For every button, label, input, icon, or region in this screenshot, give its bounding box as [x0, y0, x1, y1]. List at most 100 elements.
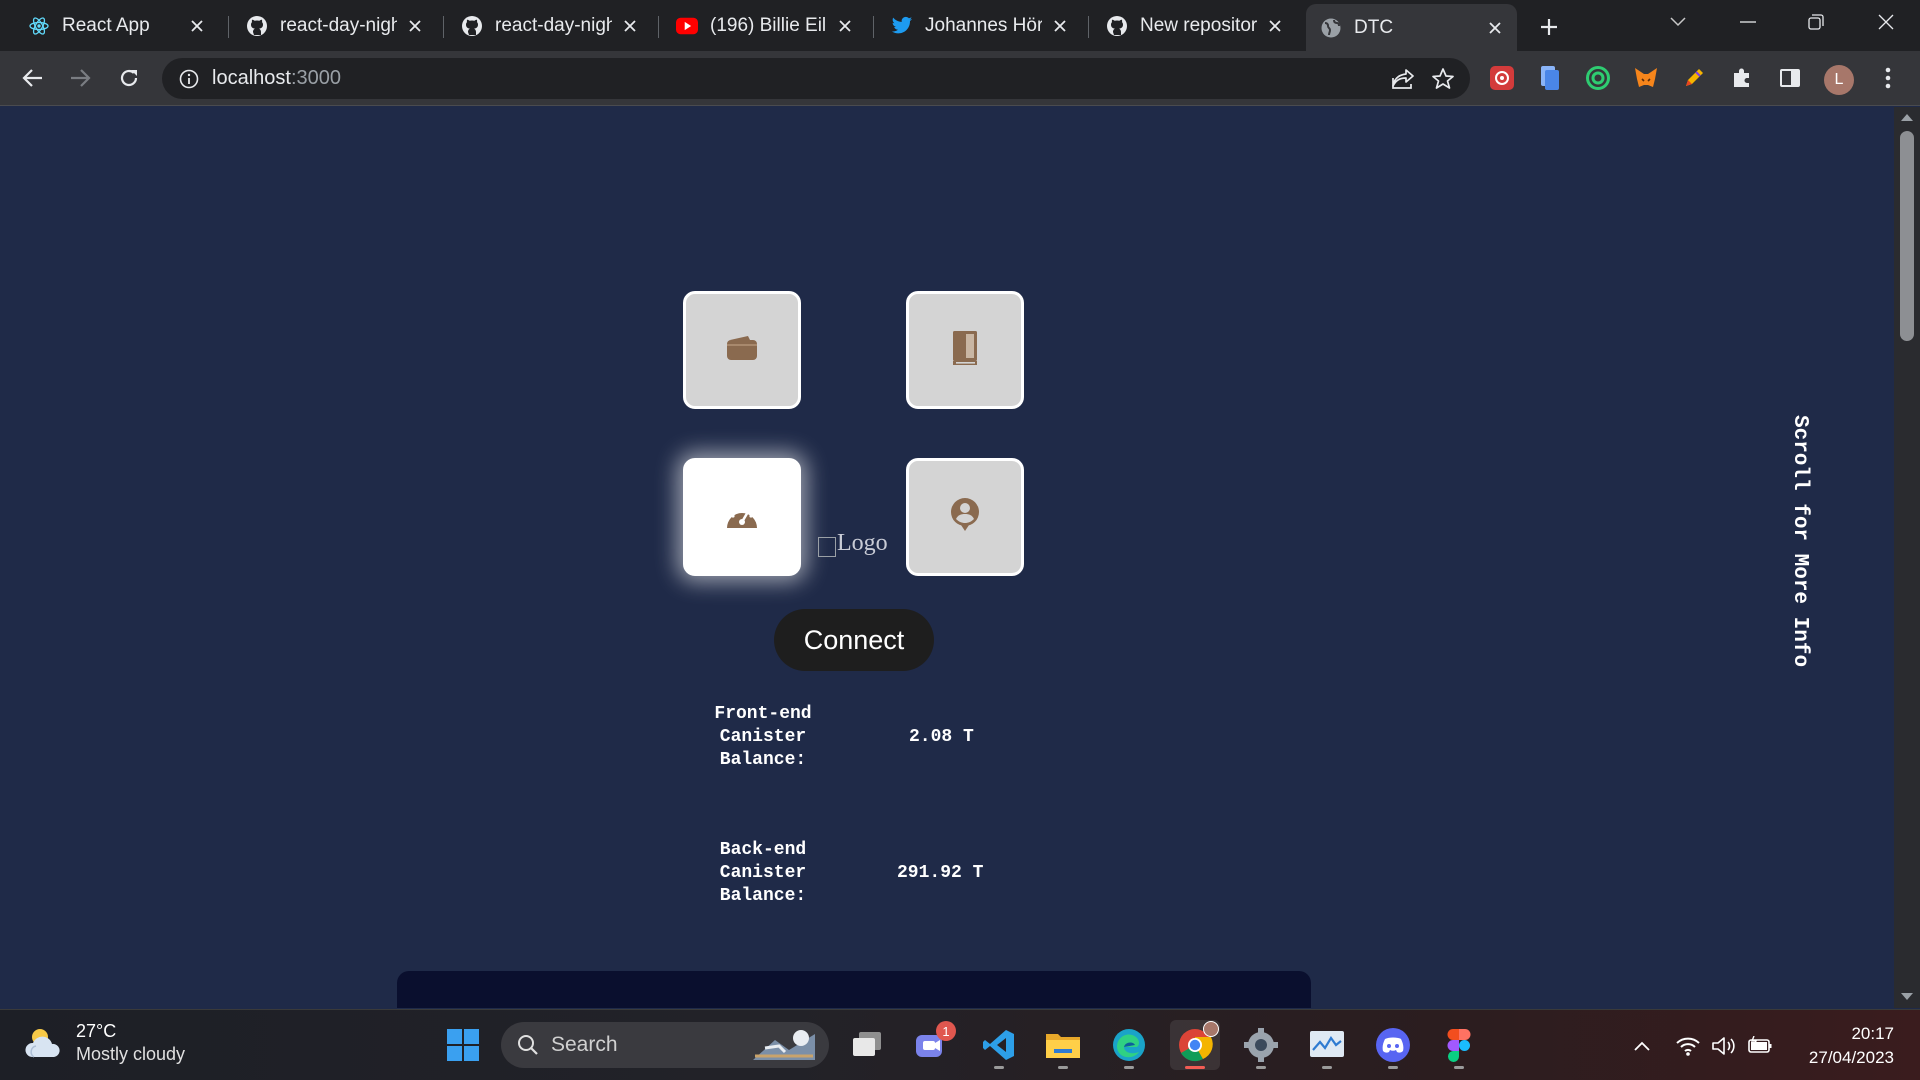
- weather-condition: Mostly cloudy: [76, 1044, 186, 1064]
- tab-title: DTC: [1354, 16, 1394, 38]
- label-line: Canister: [719, 727, 807, 747]
- running-indicator: [1124, 1066, 1134, 1069]
- back-button[interactable]: [16, 61, 50, 95]
- sidepanel-icon[interactable]: [1774, 62, 1806, 94]
- wifi-icon[interactable]: [1674, 1032, 1702, 1060]
- scroll-up-arrow[interactable]: [1901, 114, 1913, 121]
- browser-tab[interactable]: New repository: [1092, 6, 1297, 46]
- close-tab-icon[interactable]: [833, 14, 857, 38]
- page-viewport: Logo Connect Front-end Canister Balance:…: [0, 107, 1894, 1008]
- browser-tab[interactable]: react-day-nigh: [447, 6, 652, 46]
- clock-time: 20:17: [1851, 1024, 1894, 1043]
- url-port: :3000: [290, 67, 341, 89]
- profile-card[interactable]: [906, 458, 1024, 576]
- back-end-balance-label: Back-end Canister Balance:: [703, 839, 823, 908]
- performance-chart-icon: [1309, 1030, 1345, 1060]
- new-tab-button[interactable]: [1534, 12, 1564, 42]
- search-highlight-image-icon: [745, 1026, 821, 1064]
- scroll-hint: Scroll for More Info: [1788, 415, 1811, 668]
- reload-button[interactable]: [112, 61, 146, 95]
- weather-temp: 27°C: [76, 1021, 117, 1041]
- page-scrollbar[interactable]: [1894, 107, 1920, 1008]
- running-indicator: [1185, 1066, 1205, 1069]
- extension-blue-doc-icon[interactable]: [1534, 62, 1566, 94]
- taskbar-search[interactable]: Search: [501, 1022, 829, 1068]
- extension-red-icon[interactable]: [1486, 62, 1518, 94]
- windows-taskbar: 27°C Mostly cloudy Search 1 20:17 27/04/…: [0, 1009, 1920, 1080]
- url-host: localhost: [212, 67, 291, 89]
- bookmark-star-icon[interactable]: [1426, 62, 1460, 96]
- settings-button[interactable]: [1236, 1020, 1286, 1070]
- close-window-button[interactable]: [1858, 0, 1914, 44]
- task-manager-button[interactable]: [1302, 1020, 1352, 1070]
- edge-button[interactable]: [1104, 1020, 1154, 1070]
- book-card[interactable]: [906, 291, 1024, 409]
- close-tab-icon[interactable]: [1048, 14, 1072, 38]
- figma-icon: [1447, 1028, 1471, 1062]
- user-icon: [949, 497, 981, 538]
- tab-title: React App: [62, 15, 150, 36]
- url-text: localhost:3000: [212, 67, 341, 90]
- chrome-profile-mini-avatar: [1203, 1021, 1219, 1037]
- clock-date: 27/04/2023: [1808, 1048, 1894, 1067]
- wallet-card[interactable]: [683, 291, 801, 409]
- edge-icon: [1111, 1027, 1147, 1063]
- site-info-icon[interactable]: [178, 68, 200, 90]
- github-icon: [246, 15, 268, 37]
- tab-title: react-day-nigh: [280, 15, 397, 36]
- front-end-balance-label: Front-end Canister Balance:: [703, 703, 823, 772]
- running-indicator: [1256, 1066, 1266, 1069]
- tab-separator: [873, 16, 874, 38]
- start-button[interactable]: [438, 1020, 488, 1070]
- vscode-button[interactable]: [974, 1020, 1024, 1070]
- scrollbar-thumb[interactable]: [1900, 131, 1914, 341]
- volume-icon[interactable]: [1710, 1032, 1738, 1060]
- browser-tab[interactable]: Johannes Hört: [877, 6, 1082, 46]
- close-tab-icon[interactable]: [1483, 16, 1507, 40]
- discord-button[interactable]: [1368, 1020, 1418, 1070]
- weather-widget[interactable]: 27°C Mostly cloudy: [24, 1020, 185, 1066]
- metamask-fox-icon[interactable]: [1630, 62, 1662, 94]
- battery-charging-icon[interactable]: [1746, 1032, 1774, 1060]
- extension-green-ring-icon[interactable]: [1582, 62, 1614, 94]
- menu-kebab-icon[interactable]: [1872, 62, 1904, 94]
- connect-button[interactable]: Connect: [774, 609, 934, 671]
- task-view-icon: [851, 1030, 883, 1060]
- tab-separator: [228, 16, 229, 38]
- close-tab-icon[interactable]: [618, 14, 642, 38]
- address-bar[interactable]: localhost:3000: [162, 58, 1470, 99]
- forward-button[interactable]: [63, 61, 97, 95]
- teams-chat-button[interactable]: 1: [906, 1020, 956, 1070]
- tab-separator: [443, 16, 444, 38]
- restore-button[interactable]: [1788, 0, 1844, 44]
- search-icon: [517, 1034, 539, 1056]
- broken-image-icon: [818, 537, 836, 557]
- github-icon: [461, 15, 483, 37]
- puzzle-icon[interactable]: [1726, 62, 1758, 94]
- label-line: Canister: [719, 863, 807, 883]
- browser-tab[interactable]: (196) Billie Eilis: [662, 6, 867, 46]
- chrome-button[interactable]: [1170, 1020, 1220, 1070]
- browser-tab-active[interactable]: DTC: [1306, 4, 1517, 51]
- extension-pen-icon[interactable]: [1678, 62, 1710, 94]
- close-tab-icon[interactable]: [185, 14, 209, 38]
- system-clock[interactable]: 20:17 27/04/2023: [1796, 1022, 1894, 1070]
- browser-tab[interactable]: React App: [14, 6, 219, 46]
- share-icon[interactable]: [1386, 62, 1420, 96]
- browser-tab[interactable]: react-day-nigh: [232, 6, 437, 46]
- scroll-down-arrow[interactable]: [1901, 993, 1913, 1000]
- cloudy-weather-icon: [24, 1025, 64, 1061]
- windows-logo-icon: [446, 1028, 480, 1062]
- close-tab-icon[interactable]: [403, 14, 427, 38]
- front-end-balance-value: 2.08 T: [909, 727, 974, 747]
- running-indicator: [1454, 1066, 1464, 1069]
- figma-button[interactable]: [1434, 1020, 1484, 1070]
- show-hidden-icons-chevron[interactable]: [1628, 1032, 1656, 1060]
- task-view-button[interactable]: [842, 1020, 892, 1070]
- tab-search-button[interactable]: [1650, 0, 1706, 44]
- profile-avatar[interactable]: L: [1824, 65, 1854, 95]
- dashboard-card[interactable]: [683, 458, 801, 576]
- minimize-button[interactable]: [1720, 0, 1776, 44]
- close-tab-icon[interactable]: [1263, 14, 1287, 38]
- file-explorer-button[interactable]: [1038, 1020, 1088, 1070]
